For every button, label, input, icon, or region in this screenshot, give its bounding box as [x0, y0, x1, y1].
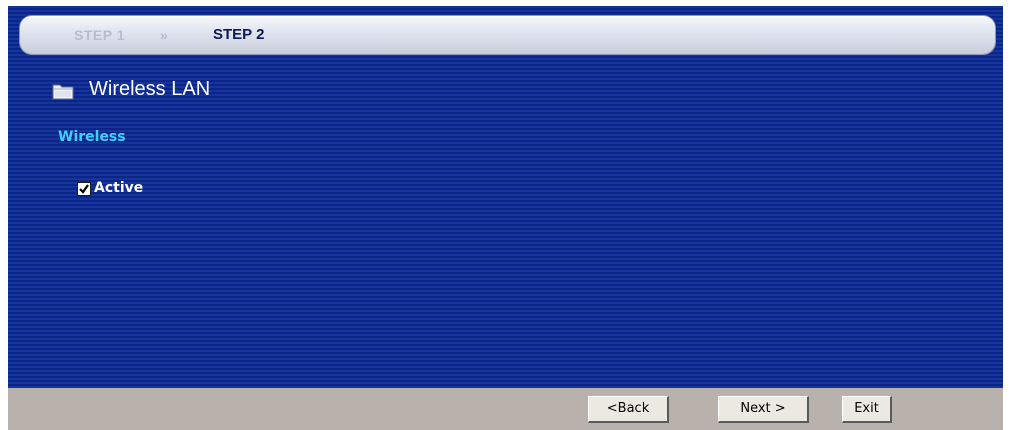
step-current: STEP 2: [213, 26, 265, 43]
active-checkbox-label: Active: [94, 180, 144, 196]
step-previous: STEP 1: [74, 27, 125, 43]
wizard-window: STEP 1 » STEP 2 Wireless LAN Wireless Ac…: [0, 0, 1009, 430]
wizard-footer: <Back Next > Exit: [8, 388, 1003, 430]
active-checkbox[interactable]: [77, 182, 91, 196]
exit-button[interactable]: Exit: [842, 396, 892, 423]
back-button[interactable]: <Back: [588, 396, 669, 423]
folder-icon: [52, 82, 74, 100]
next-button[interactable]: Next >: [718, 396, 809, 423]
wizard-panel: STEP 1 » STEP 2 Wireless LAN Wireless Ac…: [8, 6, 1003, 388]
section-label-wireless: Wireless: [58, 129, 126, 145]
step-separator: »: [160, 27, 168, 43]
page-title: Wireless LAN: [89, 78, 211, 100]
step-progress-bar: STEP 1 » STEP 2: [20, 16, 995, 54]
